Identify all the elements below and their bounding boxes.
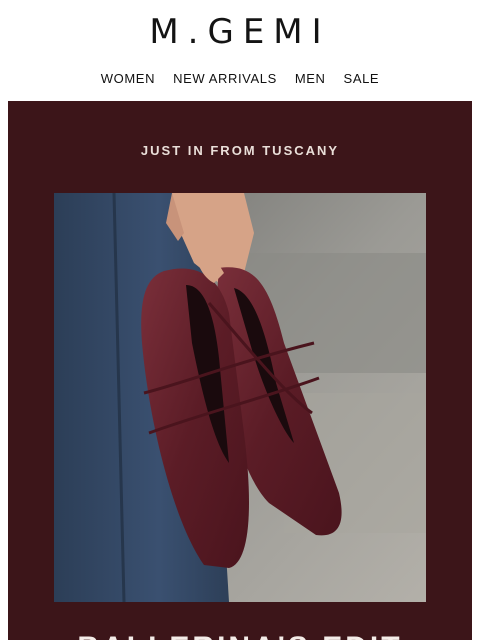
hero-eyebrow: JUST IN FROM TUSCANY xyxy=(140,143,340,158)
hero-product-image[interactable] xyxy=(54,193,426,602)
nav-item-women[interactable]: WOMEN xyxy=(101,71,155,86)
brand-logo[interactable]: M.GEMI xyxy=(0,12,480,52)
nav-item-men[interactable]: MEN xyxy=(295,71,326,86)
top-nav: WOMEN NEW ARRIVALS MEN SALE xyxy=(0,71,480,86)
nav-item-sale[interactable]: SALE xyxy=(344,71,380,86)
email-header: M.GEMI WOMEN NEW ARRIVALS MEN SALE xyxy=(0,0,480,100)
hero-headline: BALLERINA'S EDIT xyxy=(8,631,472,640)
nav-item-new-arrivals[interactable]: NEW ARRIVALS xyxy=(173,71,277,86)
hero-banner[interactable]: JUST IN FROM TUSCANY xyxy=(8,101,472,640)
product-photo-illustration xyxy=(54,193,426,602)
